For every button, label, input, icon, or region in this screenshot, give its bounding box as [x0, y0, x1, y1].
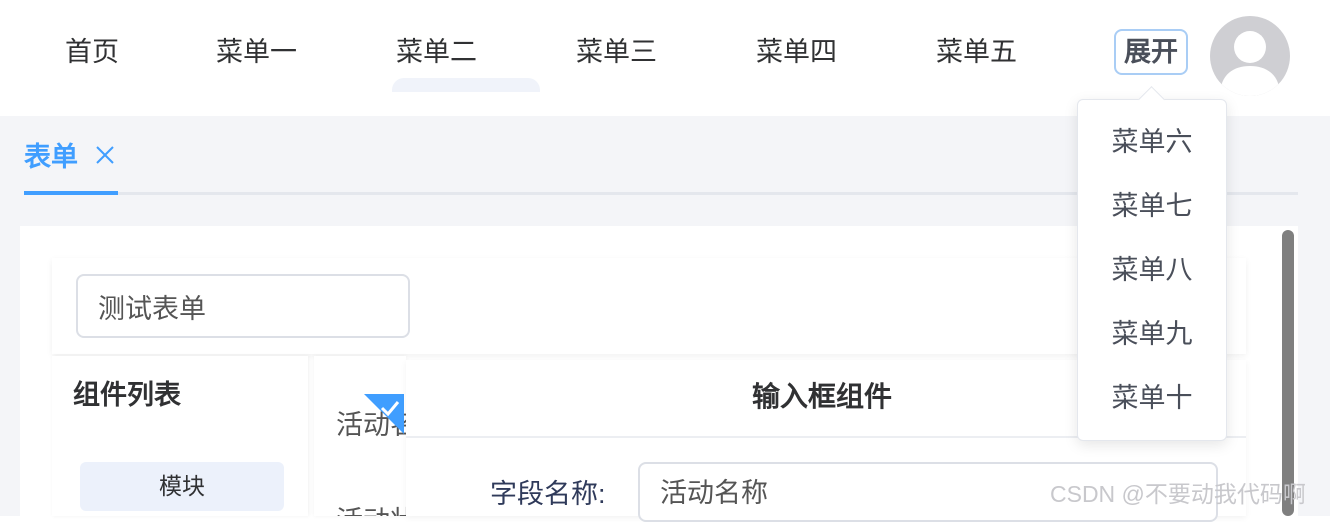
tab-close-icon[interactable] — [94, 144, 116, 166]
nav-item-menu-3[interactable]: 菜单三 — [576, 32, 657, 72]
selected-check-icon — [364, 394, 404, 434]
canvas-field-label[interactable]: 活动状 — [336, 502, 406, 516]
nav-item-menu-2[interactable]: 菜单二 — [396, 32, 477, 72]
dropdown-item-menu-6[interactable]: 菜单六 — [1078, 122, 1226, 162]
watermark-text: CSDN @不要动我代码啊 — [1050, 481, 1306, 507]
form-name-input[interactable] — [76, 274, 410, 338]
nav-item-menu-1[interactable]: 菜单一 — [216, 32, 297, 72]
form-canvas-panel: 活动名 活动状 — [314, 356, 406, 516]
module-component-button[interactable]: 模块 — [80, 462, 284, 511]
dropdown-item-menu-9[interactable]: 菜单九 — [1078, 314, 1226, 354]
user-avatar[interactable] — [1210, 16, 1290, 96]
nav-item-menu-4[interactable]: 菜单四 — [756, 32, 837, 72]
active-tab-indicator — [24, 191, 118, 195]
field-name-label: 字段名称: — [490, 479, 606, 509]
property-panel-title: 输入框组件 — [752, 381, 893, 412]
nav-item-menu-5[interactable]: 菜单五 — [936, 32, 1017, 72]
dropdown-item-menu-8[interactable]: 菜单八 — [1078, 250, 1226, 290]
tab-form[interactable]: 表单 — [24, 138, 78, 178]
vertical-scrollbar[interactable] — [1282, 230, 1294, 516]
nav-item-home[interactable]: 首页 — [65, 32, 119, 72]
component-list-title: 组件列表 — [73, 380, 181, 410]
dropdown-item-menu-7[interactable]: 菜单七 — [1078, 186, 1226, 226]
user-icon — [1220, 31, 1280, 96]
expand-menu-button[interactable]: 展开 — [1114, 29, 1188, 75]
dropdown-item-menu-10[interactable]: 菜单十 — [1078, 378, 1226, 418]
nav-hover-indicator — [392, 78, 540, 92]
